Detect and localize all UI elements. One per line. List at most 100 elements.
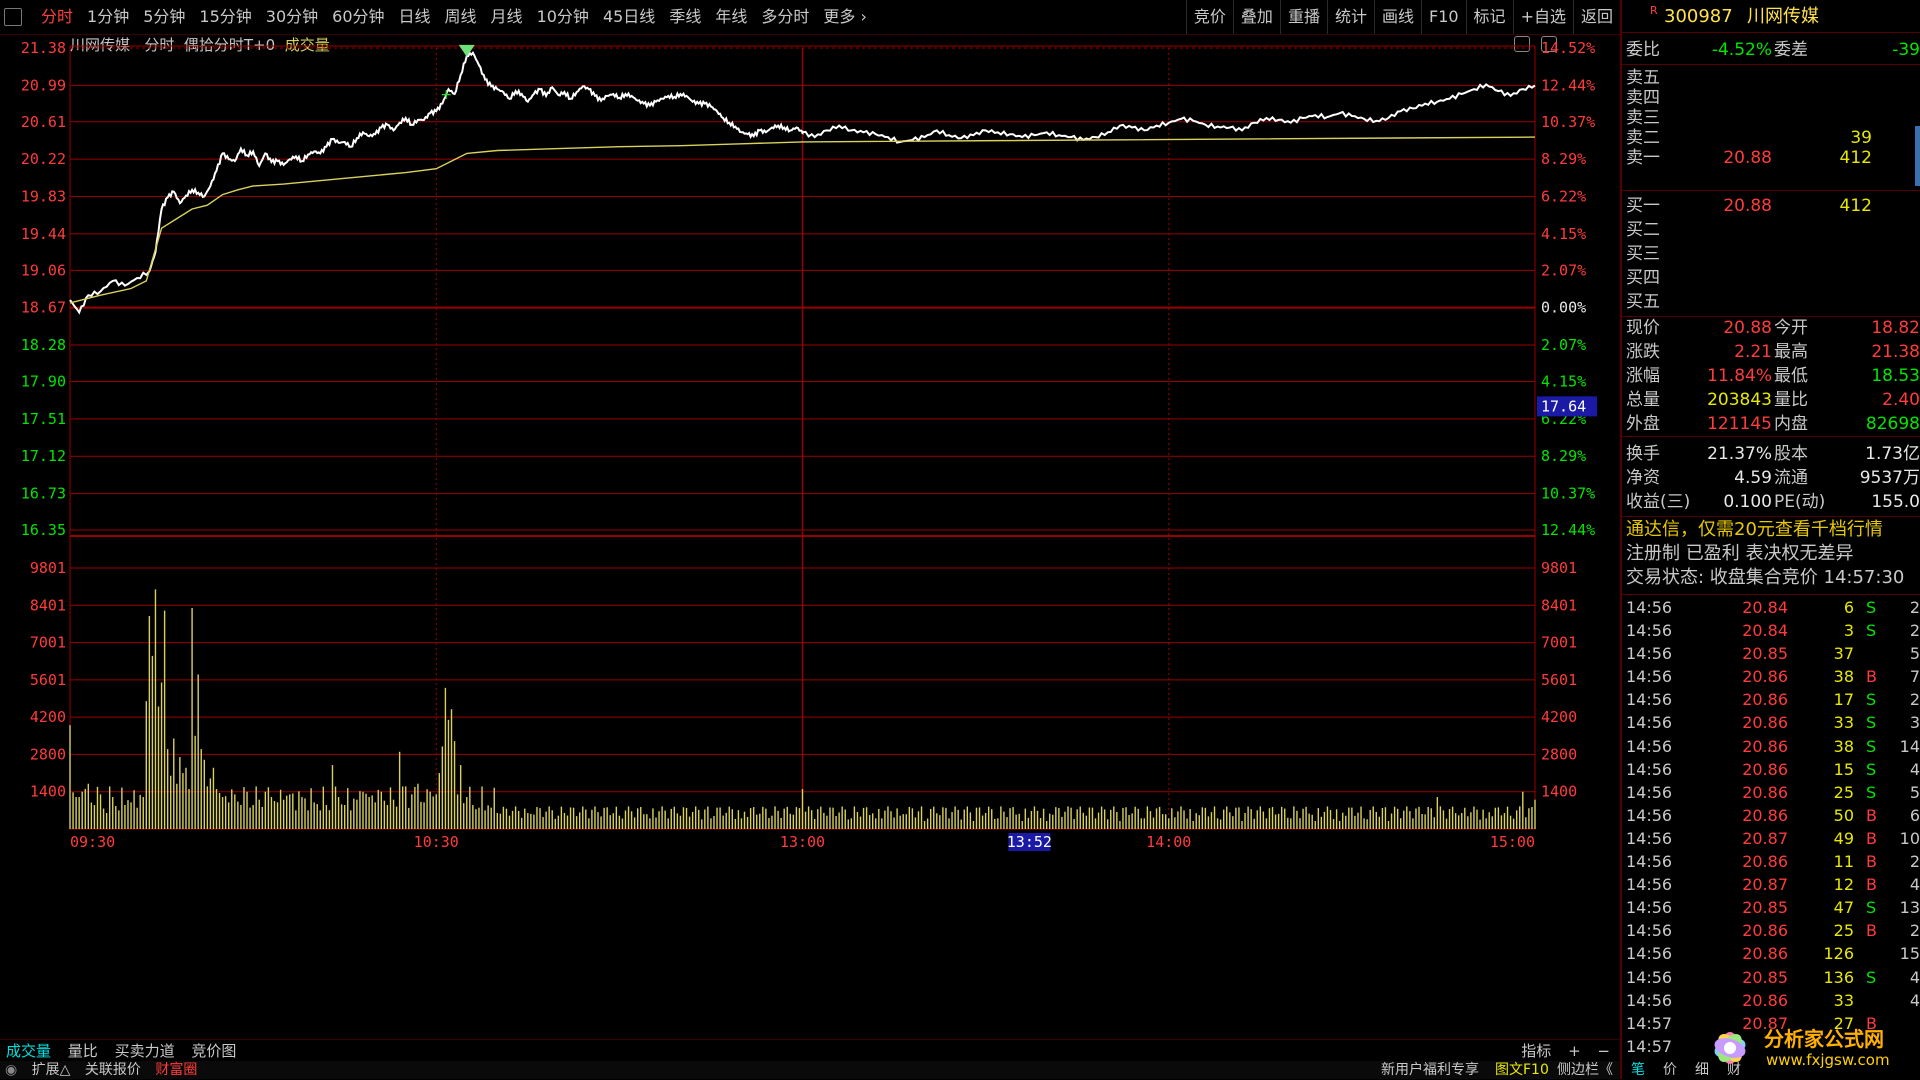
tool-button[interactable]: 重播 bbox=[1279, 0, 1327, 34]
site-watermark: 分析家公式网 www.fxjgsw.com bbox=[1700, 1018, 1918, 1076]
buy-level[interactable]: 买三 bbox=[1622, 242, 1920, 266]
tick-row: 14:56 20.86 25 S 5 bbox=[1622, 781, 1920, 804]
tick-volume: 50 bbox=[1833, 805, 1854, 825]
tick-volume: 12 bbox=[1833, 875, 1854, 895]
wealth-circle-button[interactable]: 财富圈 bbox=[150, 1061, 202, 1079]
order-book-scrollbar[interactable] bbox=[1915, 126, 1920, 186]
indicator-button[interactable]: 指标 bbox=[1515, 1040, 1557, 1062]
tool-button[interactable]: +自选 bbox=[1512, 0, 1573, 34]
stat-value: 20.88 bbox=[1723, 318, 1772, 338]
tick-time: 14:56 bbox=[1626, 713, 1673, 733]
tick-count: 13 bbox=[1899, 898, 1920, 918]
tool-button[interactable]: 叠加 bbox=[1232, 0, 1280, 34]
tick-side: S bbox=[1866, 690, 1877, 710]
tool-button[interactable]: 标记 bbox=[1465, 0, 1513, 34]
divider bbox=[1622, 516, 1920, 517]
period-tab[interactable]: 季线 bbox=[662, 0, 708, 34]
status-bar: ◉ 扩展△ 关联报价 财富圈 新用户福利专享 图文F10 侧边栏《 bbox=[0, 1061, 1620, 1079]
period-tab[interactable]: 年线 bbox=[708, 0, 754, 34]
window-menu-icon[interactable] bbox=[4, 8, 22, 26]
sell-level[interactable]: 卖一 20.88 412 bbox=[1622, 146, 1920, 170]
divider bbox=[1622, 32, 1920, 33]
tick-time: 14:56 bbox=[1626, 967, 1673, 987]
level-label: 买一 bbox=[1626, 196, 1660, 216]
panel-tab[interactable]: 价 bbox=[1654, 1062, 1686, 1079]
tick-side: S bbox=[1866, 967, 1877, 987]
time-tick-label: 15:00 bbox=[1490, 833, 1535, 851]
tool-button[interactable]: 画线 bbox=[1373, 0, 1421, 34]
tab-buy-sell-power[interactable]: 买卖力道 bbox=[109, 1040, 181, 1062]
tool-button[interactable]: 竞价 bbox=[1185, 0, 1233, 34]
tick-volume: 126 bbox=[1823, 944, 1854, 964]
tick-price: 20.86 bbox=[1742, 805, 1788, 825]
period-tab[interactable]: 30分钟 bbox=[259, 0, 325, 34]
level-price: 20.88 bbox=[1723, 148, 1772, 168]
tick-row: 14:56 20.86 33 4 bbox=[1622, 989, 1920, 1012]
volume-tick-label: 8401 bbox=[30, 596, 66, 614]
panel-tab[interactable]: 笔 bbox=[1622, 1062, 1654, 1079]
buy-level[interactable]: 买二 bbox=[1622, 218, 1920, 242]
tick-row: 14:56 20.85 37 5 bbox=[1622, 642, 1920, 665]
period-tab[interactable]: 日线 bbox=[392, 0, 438, 34]
tick-count: 4 bbox=[1909, 875, 1920, 895]
price-tick-label: 20.22 bbox=[21, 150, 66, 168]
tool-button[interactable]: 返回 bbox=[1572, 0, 1620, 34]
intraday-chart[interactable]: 21.38 14.52% 20.99 12.44% 20.61 10.37% 20.22 8.… bbox=[0, 34, 1620, 1039]
stat-label: 量比 bbox=[1774, 390, 1808, 410]
buy-level[interactable]: 买四 bbox=[1622, 266, 1920, 290]
tool-button[interactable]: F10 bbox=[1420, 0, 1466, 34]
period-tab[interactable]: 1分钟 bbox=[80, 0, 136, 34]
tick-row: 14:56 20.86 25 B 2 bbox=[1622, 919, 1920, 942]
period-tab[interactable]: 45日线 bbox=[596, 0, 662, 34]
tick-list[interactable]: 14:56 20.84 6 S 2 14:56 20.84 3 S 2 14:56 20.85 37 5 1… bbox=[1622, 596, 1920, 1058]
toggle-icon[interactable]: ◉ bbox=[0, 1061, 22, 1079]
tick-row: 14:56 20.86 38 B 7 bbox=[1622, 665, 1920, 688]
pct-tick-label: 12.44% bbox=[1541, 521, 1595, 539]
tick-price: 20.86 bbox=[1742, 713, 1788, 733]
stat-label: 现价 bbox=[1626, 318, 1660, 338]
stat-row: 现价 20.88 今开 18.82 bbox=[1622, 316, 1920, 340]
tab-volume[interactable]: 成交量 bbox=[0, 1040, 57, 1062]
tick-time: 14:56 bbox=[1626, 852, 1673, 872]
tool-button[interactable]: 统计 bbox=[1326, 0, 1374, 34]
tab-volume-ratio[interactable]: 量比 bbox=[62, 1040, 104, 1062]
zoom-in-button[interactable]: + bbox=[1562, 1040, 1587, 1062]
buy-level[interactable]: 买一 20.88 412 bbox=[1622, 194, 1920, 218]
period-tab[interactable]: 10分钟 bbox=[530, 0, 596, 34]
tick-side: B bbox=[1866, 921, 1877, 941]
tick-count: 2 bbox=[1909, 598, 1920, 617]
period-tab[interactable]: 多分时 bbox=[754, 0, 816, 34]
period-tab[interactable]: 60分钟 bbox=[325, 0, 391, 34]
related-quote-button[interactable]: 关联报价 bbox=[80, 1061, 146, 1079]
ad-line[interactable]: 通达信，仅需20元查看千档行情 bbox=[1622, 518, 1920, 542]
period-tab[interactable]: 15分钟 bbox=[192, 0, 258, 34]
tab-auction-chart[interactable]: 竞价图 bbox=[185, 1040, 242, 1062]
weicha-value: -39 bbox=[1892, 40, 1920, 60]
period-tab[interactable]: 5分钟 bbox=[136, 0, 192, 34]
period-tab[interactable]: 分时 bbox=[34, 0, 80, 34]
tick-time: 14:56 bbox=[1626, 921, 1673, 941]
period-tab[interactable]: 月线 bbox=[484, 0, 530, 34]
price-tick-label: 16.35 bbox=[21, 521, 66, 539]
stat-label: 股本 bbox=[1774, 444, 1808, 464]
price-tick-label: 20.61 bbox=[21, 113, 66, 131]
indicator-tabs: 成交量 量比 买卖力道 竞价图 指标 + − bbox=[0, 1039, 1620, 1062]
stat-label: 内盘 bbox=[1774, 414, 1808, 434]
pct-tick-label: 4.15% bbox=[1541, 372, 1586, 390]
tick-price: 20.87 bbox=[1742, 828, 1788, 848]
period-tab[interactable]: 周线 bbox=[438, 0, 484, 34]
stat-value: 203843 bbox=[1707, 390, 1772, 410]
tick-volume: 38 bbox=[1833, 736, 1854, 756]
expand-button[interactable]: 扩展△ bbox=[27, 1061, 76, 1079]
tick-side: S bbox=[1866, 621, 1877, 641]
sidebar-toggle[interactable]: 侧边栏《 bbox=[1552, 1061, 1618, 1079]
new-user-link[interactable]: 新用户福利专享 bbox=[1376, 1061, 1484, 1079]
period-tab[interactable]: 更多 › bbox=[816, 0, 874, 34]
price-tick-label: 16.73 bbox=[21, 485, 66, 503]
f10-link[interactable]: 图文F10 bbox=[1490, 1061, 1554, 1079]
buy-level[interactable]: 买五 bbox=[1622, 290, 1920, 314]
tick-side: S bbox=[1866, 713, 1877, 733]
volume-tick-label: 2800 bbox=[30, 745, 66, 763]
level-volume: 412 bbox=[1839, 196, 1872, 216]
zoom-out-button[interactable]: − bbox=[1591, 1040, 1616, 1062]
